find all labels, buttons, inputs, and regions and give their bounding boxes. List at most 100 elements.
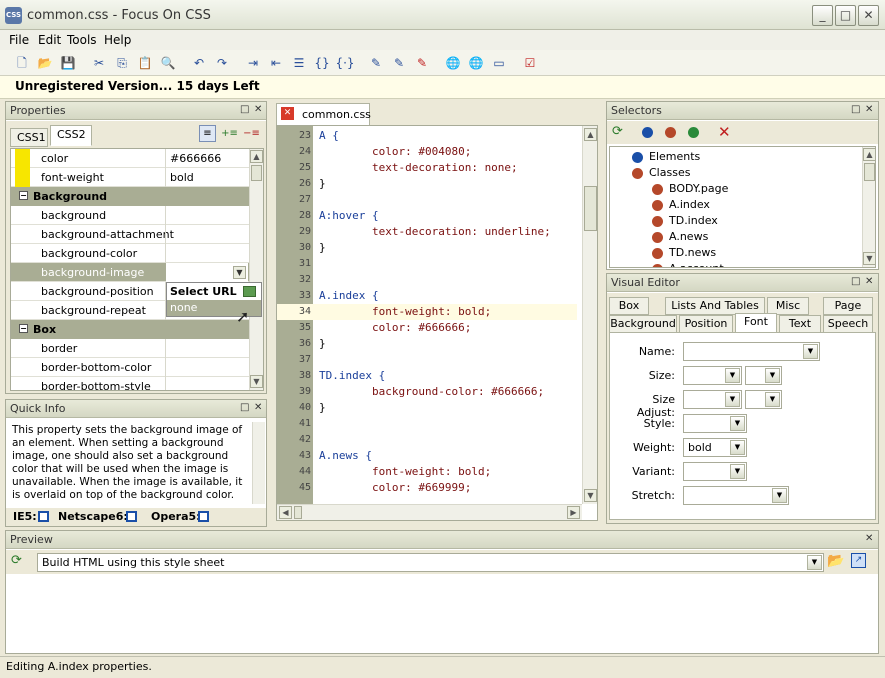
- tab-css2[interactable]: CSS2: [50, 125, 92, 146]
- code-line[interactable]: 32: [277, 272, 577, 288]
- code-line[interactable]: 35 color: #666666;: [277, 320, 577, 336]
- delete-icon[interactable]: ✕: [718, 123, 731, 141]
- build-select[interactable]: Build HTML using this style sheet ▼: [37, 553, 824, 572]
- maximize-button[interactable]: □: [835, 5, 856, 26]
- refresh-icon[interactable]: ⟳: [612, 124, 623, 139]
- categorized-icon[interactable]: ≡: [199, 125, 216, 142]
- globe-icon[interactable]: 🌐: [443, 53, 463, 73]
- scroll-up-icon[interactable]: ▲: [863, 148, 875, 161]
- close-icon[interactable]: ✕: [865, 276, 873, 287]
- find-icon[interactable]: 🔍: [158, 53, 178, 73]
- selector-tree-item[interactable]: A.account: [652, 261, 724, 267]
- scroll-up-icon[interactable]: ▲: [584, 128, 597, 141]
- scroll-down-icon[interactable]: ▼: [863, 252, 875, 265]
- size-adjust-unit-select[interactable]: ▼: [745, 390, 782, 409]
- property-row-font-weight[interactable]: font-weight bold: [11, 168, 249, 187]
- property-value[interactable]: #666666: [170, 152, 221, 165]
- menu-edit[interactable]: Edit: [35, 32, 64, 48]
- checklist-icon[interactable]: ☑: [520, 53, 540, 73]
- property-row[interactable]: background-attachment: [11, 225, 249, 244]
- tab-background[interactable]: Background: [609, 315, 677, 333]
- selector-edit-icon[interactable]: ✎: [389, 53, 409, 73]
- collapse-icon[interactable]: −: [19, 324, 28, 333]
- section-box[interactable]: − Box: [11, 320, 249, 339]
- paste-icon[interactable]: 📋: [135, 53, 155, 73]
- close-button[interactable]: ✕: [858, 5, 879, 26]
- tab-speech[interactable]: Speech: [823, 315, 873, 333]
- save-icon[interactable]: 💾: [58, 53, 78, 73]
- code-line[interactable]: 42: [277, 432, 577, 448]
- code-line[interactable]: 45 color: #669999;: [277, 480, 577, 496]
- editor-vscrollbar[interactable]: ▲ ▼: [582, 126, 597, 504]
- editor-tab[interactable]: ✕ common.css: [276, 103, 371, 125]
- preview-window-icon[interactable]: ▭: [489, 53, 509, 73]
- tab-text[interactable]: Text: [779, 315, 821, 333]
- close-icon[interactable]: ✕: [254, 402, 262, 413]
- dock-icon[interactable]: □: [851, 276, 860, 287]
- code-line[interactable]: 27: [277, 192, 577, 208]
- font-name-select[interactable]: ▼: [683, 342, 820, 361]
- property-row-selected[interactable]: background-image ▼: [11, 263, 249, 282]
- code-line[interactable]: 43 A.news {: [277, 448, 577, 464]
- code-line[interactable]: 34 font-weight: bold;: [277, 304, 577, 320]
- close-icon[interactable]: ✕: [865, 104, 873, 115]
- selector-tree-item[interactable]: A.news: [652, 229, 708, 245]
- redo-icon[interactable]: ↷: [212, 53, 232, 73]
- globe-go-icon[interactable]: 🌐: [466, 53, 486, 73]
- open-folder-icon[interactable]: 📂: [827, 553, 844, 569]
- menu-file[interactable]: File: [6, 32, 32, 48]
- scroll-up-icon[interactable]: ▲: [250, 150, 263, 163]
- brace-icon[interactable]: {}: [312, 53, 332, 73]
- editor-hscrollbar[interactable]: ◀ ▶: [277, 504, 582, 520]
- code-line[interactable]: 28 A:hover {: [277, 208, 577, 224]
- menu-tools[interactable]: Tools: [64, 32, 100, 48]
- scroll-right-icon[interactable]: ▶: [567, 506, 580, 519]
- selector-tree-item[interactable]: TD.news: [652, 245, 716, 261]
- font-weight-select[interactable]: bold ▼: [683, 438, 747, 457]
- scroll-thumb[interactable]: [864, 163, 875, 181]
- code-line[interactable]: 25 text-decoration: none;: [277, 160, 577, 176]
- copy-icon[interactable]: ⎘: [112, 53, 132, 73]
- scroll-left-icon[interactable]: ◀: [279, 506, 292, 519]
- undo-icon[interactable]: ↶: [189, 53, 209, 73]
- size-adjust-select[interactable]: ▼: [683, 390, 742, 409]
- code-line[interactable]: 31: [277, 256, 577, 272]
- property-row[interactable]: border-bottom-color: [11, 358, 249, 377]
- brace-block-icon[interactable]: {·}: [335, 53, 355, 73]
- property-value[interactable]: bold: [170, 171, 194, 184]
- select-url-label[interactable]: Select URL: [170, 285, 237, 298]
- font-size-select[interactable]: ▼: [683, 366, 742, 385]
- property-scrollbar[interactable]: ▲ ▼: [249, 149, 263, 390]
- tree-scrollbar[interactable]: ▲ ▼: [862, 147, 875, 267]
- tab-page[interactable]: Page: [823, 297, 873, 315]
- selector-tree-item[interactable]: TD.index: [652, 213, 718, 229]
- code-line[interactable]: 23 A {: [277, 128, 577, 144]
- add-element-icon[interactable]: [642, 127, 653, 138]
- code-line[interactable]: 38 TD.index {: [277, 368, 577, 384]
- cut-icon[interactable]: ✂: [89, 53, 109, 73]
- tab-font[interactable]: Font: [735, 313, 777, 334]
- code-line[interactable]: 39 background-color: #666666;: [277, 384, 577, 400]
- code-line[interactable]: 29 text-decoration: underline;: [277, 224, 577, 240]
- selector-tree-item[interactable]: Classes: [632, 165, 690, 181]
- menu-help[interactable]: Help: [101, 32, 134, 48]
- font-size-unit-select[interactable]: ▼: [745, 366, 782, 385]
- add-id-icon[interactable]: [688, 127, 699, 138]
- close-icon[interactable]: ✕: [254, 104, 262, 115]
- code-line[interactable]: 44 font-weight: bold;: [277, 464, 577, 480]
- chevron-down-icon[interactable]: ▼: [233, 266, 246, 279]
- font-style-select[interactable]: ▼: [683, 414, 747, 433]
- tab-position[interactable]: Position: [679, 315, 733, 333]
- dock-icon[interactable]: □: [240, 104, 249, 115]
- expand-all-icon[interactable]: +≡: [221, 125, 238, 142]
- scroll-down-icon[interactable]: ▼: [584, 489, 597, 502]
- property-row[interactable]: background: [11, 206, 249, 225]
- selector-delete-icon[interactable]: ✎: [412, 53, 432, 73]
- outdent-icon[interactable]: ⇤: [266, 53, 286, 73]
- close-tab-icon[interactable]: ✕: [281, 107, 294, 120]
- property-row[interactable]: border-bottom-style: [11, 377, 249, 390]
- refresh-icon[interactable]: ⟳: [11, 553, 22, 568]
- minimize-button[interactable]: _: [812, 5, 833, 26]
- scroll-down-icon[interactable]: ▼: [250, 375, 263, 388]
- property-row[interactable]: border: [11, 339, 249, 358]
